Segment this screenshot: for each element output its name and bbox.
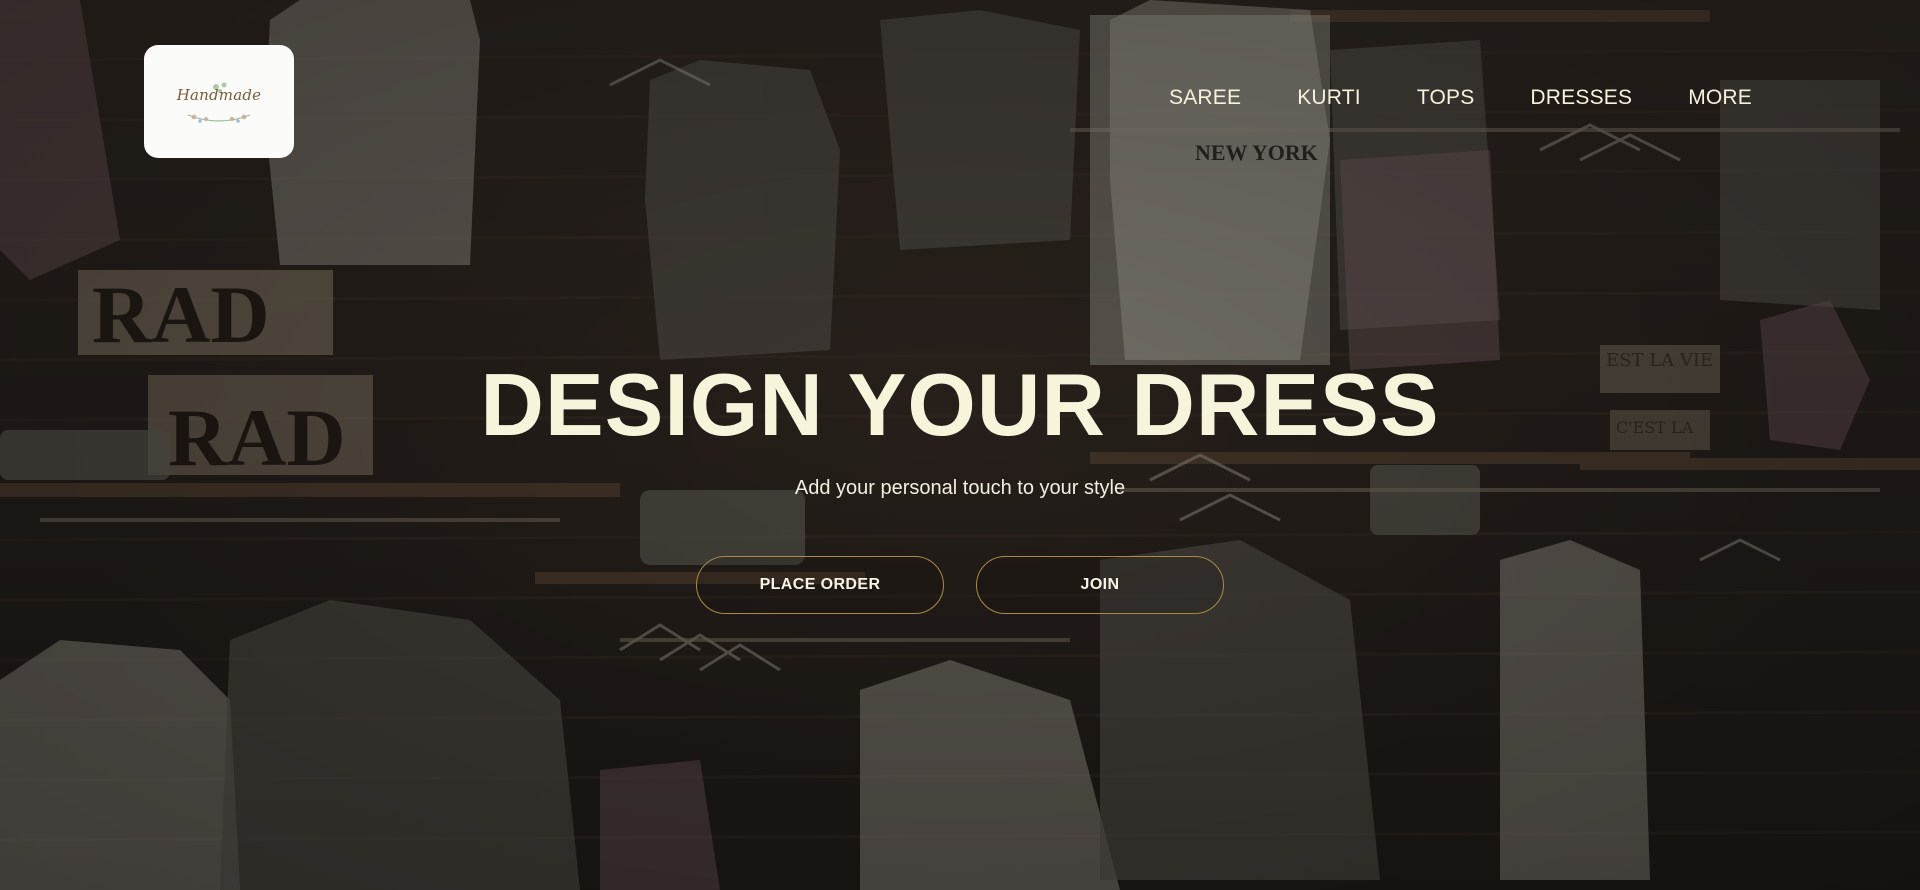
nav-item-kurti[interactable]: KURTI	[1297, 86, 1361, 110]
join-button[interactable]: JOIN	[976, 556, 1224, 614]
hero-subtitle: Add your personal touch to your style	[794, 477, 1126, 499]
brand-logo[interactable]: Handmade	[144, 45, 294, 158]
main-navigation: SAREE KURTI TOPS DRESSES MORE	[1169, 86, 1752, 110]
hero-section: RAD RAD	[0, 0, 1920, 890]
logo-wordmark: Handmade	[176, 86, 262, 104]
hero-content: DESIGN YOUR DRESS Add your personal touc…	[0, 355, 1920, 614]
nav-item-tops[interactable]: TOPS	[1417, 86, 1475, 110]
nav-item-dresses[interactable]: DRESSES	[1530, 86, 1632, 110]
nav-item-saree[interactable]: SAREE	[1169, 86, 1241, 110]
hero-actions: PLACE ORDER JOIN	[0, 556, 1920, 614]
nav-item-more[interactable]: MORE	[1688, 86, 1752, 110]
hero-headline: DESIGN YOUR DRESS	[480, 355, 1440, 454]
place-order-button[interactable]: PLACE ORDER	[696, 556, 944, 614]
